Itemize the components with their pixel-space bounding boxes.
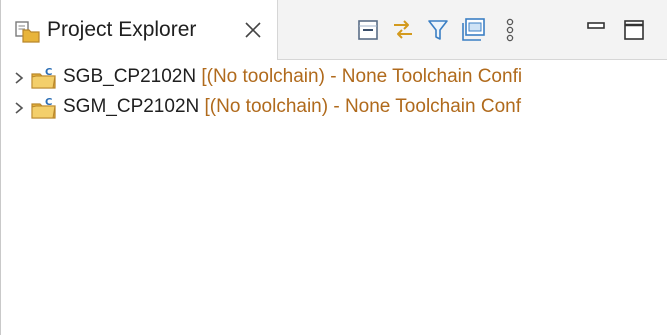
toolchain-decoration: [(No toolchain) - None Toolchain Conf [199,96,522,117]
toolchain-decoration: [(No toolchain) - None Toolchain Confi [196,66,523,87]
project-explorer-icon [15,21,40,43]
tree-item-label: SGM_CP2102N [(No toolchain) - None Toolc… [63,96,522,117]
project-tree: C SGB_CP2102N [(No toolchain) - None Too… [1,62,667,122]
minimize-icon [587,22,605,29]
filter-icon [428,20,448,40]
view-menu-button[interactable] [495,14,525,46]
link-with-editor-button[interactable] [388,14,418,46]
project-explorer-view: Project Explorer C SGB_CP2102N [(No tool… [0,0,667,335]
svg-text:C: C [45,67,52,78]
filter-button[interactable] [423,14,453,46]
c-project-folder-icon: C [31,97,56,119]
tree-item[interactable]: C SGM_CP2102N [(No toolchain) - None Too… [1,92,667,122]
select-working-set-icon [462,18,485,41]
chevron-right-icon[interactable] [13,101,25,115]
tab-project-explorer[interactable]: Project Explorer [1,0,278,60]
tree-item-label: SGB_CP2102N [(No toolchain) - None Toolc… [63,66,523,87]
collapse-all-icon [358,20,378,40]
maximize-icon [624,20,644,40]
minimize-button[interactable] [581,14,611,46]
tab-title: Project Explorer [47,18,197,41]
close-icon[interactable] [241,18,265,42]
tree-item[interactable]: C SGB_CP2102N [(No toolchain) - None Too… [1,62,667,92]
maximize-button[interactable] [619,14,649,46]
svg-text:C: C [45,97,52,108]
select-working-set-button[interactable] [459,14,489,46]
view-toolbar: Project Explorer [1,0,667,60]
collapse-all-button[interactable] [353,14,383,46]
view-menu-icon [506,18,514,42]
link-with-editor-icon [394,20,412,39]
c-project-folder-icon: C [31,67,56,89]
chevron-right-icon[interactable] [13,71,25,85]
